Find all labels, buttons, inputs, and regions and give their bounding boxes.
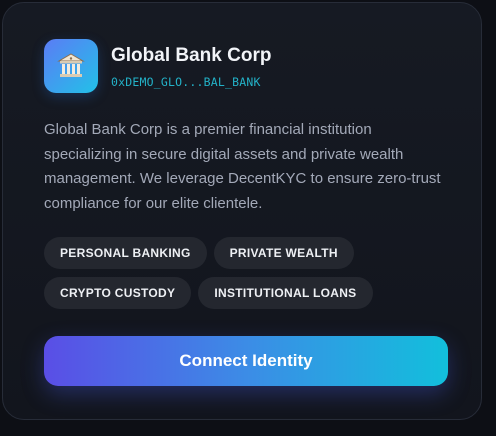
institution-name: Global Bank Corp xyxy=(111,45,272,66)
tag-crypto-custody: CRYPTO CUSTODY xyxy=(44,277,192,309)
institution-description: Global Bank Corp is a premier financial … xyxy=(44,121,441,212)
tag-private-wealth: PRIVATE WEALTH xyxy=(213,237,354,269)
connect-identity-button[interactable]: Connect Identity xyxy=(44,336,448,386)
service-tags: PERSONAL BANKING PRIVATE WEALTH CRYPTO C… xyxy=(44,237,454,309)
wallet-address: 0xDEMO_GLO...BAL_BANK xyxy=(111,75,261,89)
bank-building-icon xyxy=(57,53,85,77)
bank-logo xyxy=(44,39,98,93)
institution-card: Global Bank Corp 0xDEMO_GLO...BAL_BANK G… xyxy=(2,2,482,420)
tag-institutional-loans: INSTITUTIONAL LOANS xyxy=(198,277,373,309)
tag-personal-banking: PERSONAL BANKING xyxy=(44,237,207,269)
